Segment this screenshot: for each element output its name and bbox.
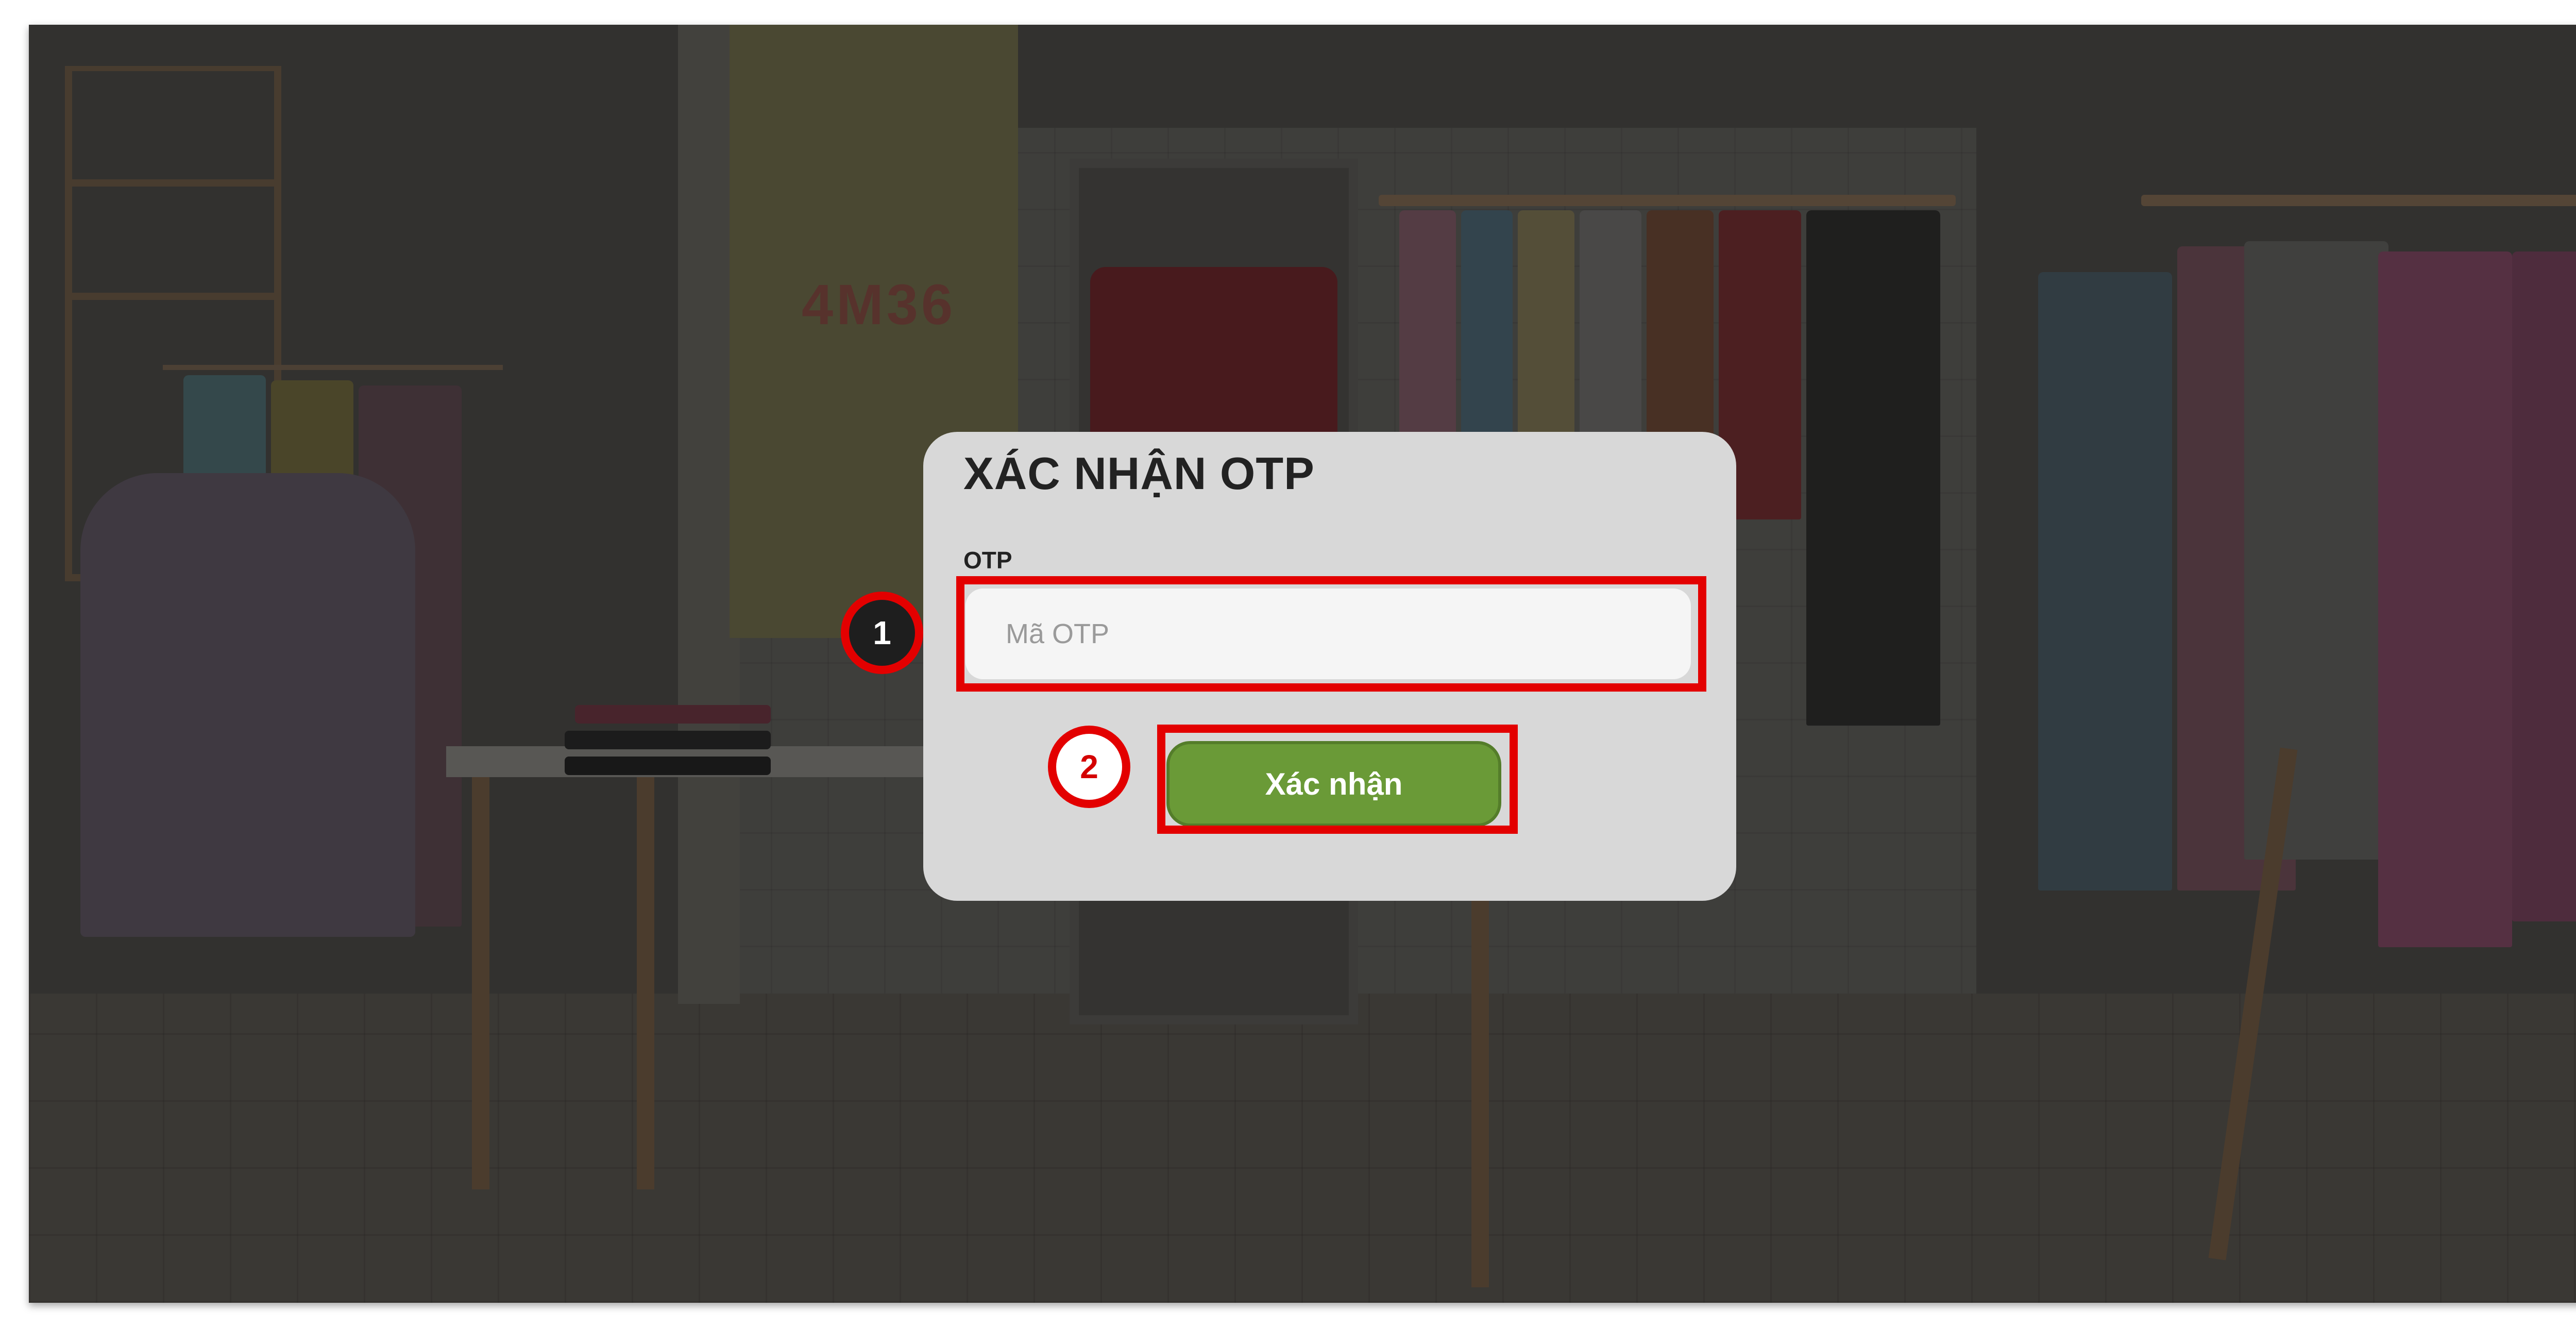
annotation-highlight-otp-input <box>956 576 1706 692</box>
annotation-highlight-confirm-button <box>1157 725 1518 834</box>
screenshot-frame: 4M36 XÁC NHẬN OTP OTP Mã OTP Xác nhận 1 … <box>29 25 2576 1303</box>
annotation-step-2: 2 <box>1048 726 1130 808</box>
annotation-step-1: 1 <box>841 592 923 674</box>
otp-label: OTP <box>963 547 1012 574</box>
modal-title: XÁC NHẬN OTP <box>963 448 1315 499</box>
